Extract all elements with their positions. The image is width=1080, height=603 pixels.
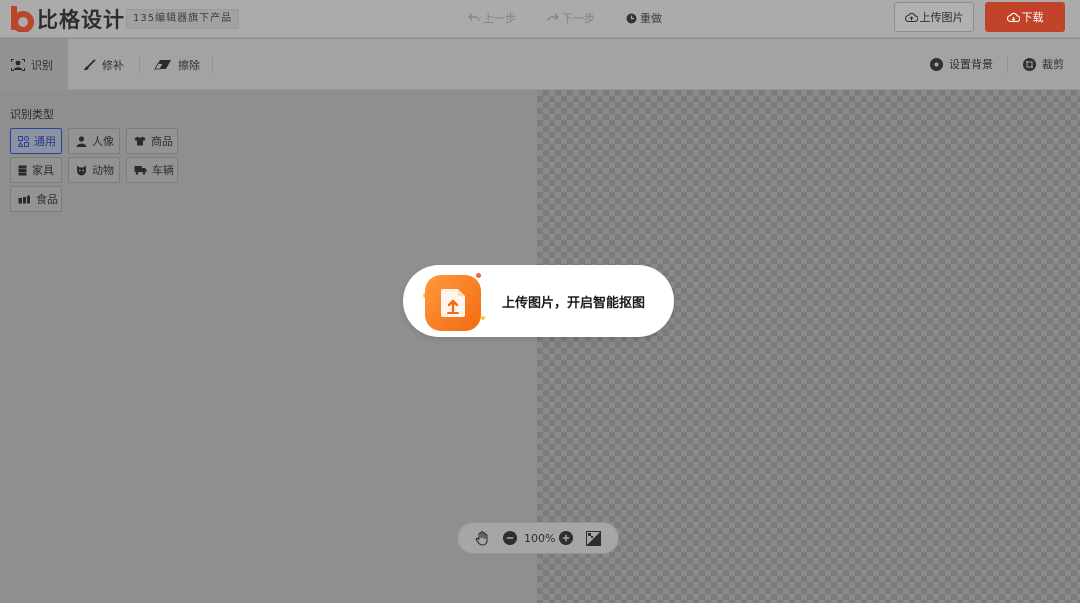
type-food[interactable]: 食品 (10, 186, 62, 212)
detect-type-panel: 识别类型 通用 人像 商品 家具 动物 车辆 食品 (0, 90, 537, 603)
divider (139, 56, 140, 73)
upload-prompt[interactable]: 上传图片，开启智能抠图 (403, 265, 674, 337)
crop-icon (1023, 57, 1036, 71)
redo-button[interactable]: 下一步 (547, 10, 595, 26)
type-furniture-label: 家具 (32, 164, 54, 177)
download-button[interactable]: 下载 (985, 2, 1065, 32)
type-animal-label: 动物 (92, 164, 114, 177)
undo-icon (468, 13, 480, 22)
top-bar: 比格设计 135编辑器旗下产品 上一步 下一步 重做 上传图片 下载 (0, 0, 1080, 38)
type-animal[interactable]: 动物 (68, 157, 120, 183)
truck-icon (134, 166, 147, 175)
logo-mark-icon (10, 6, 34, 33)
person-icon (76, 135, 87, 147)
clock-icon (626, 13, 637, 23)
tool-repair[interactable]: 修补 (83, 39, 124, 90)
type-person-label: 人像 (92, 135, 114, 148)
compare-icon[interactable] (586, 531, 601, 546)
tagline: 135编辑器旗下产品 (126, 9, 240, 29)
undo-button[interactable]: 上一步 (468, 10, 516, 26)
tool-erase[interactable]: 擦除 (154, 39, 200, 90)
set-background-label: 设置背景 (949, 58, 993, 71)
reset-label: 重做 (640, 12, 662, 25)
zoom-in-icon[interactable] (559, 531, 573, 545)
eraser-icon (154, 60, 171, 70)
cloud-upload-icon (904, 12, 918, 22)
divider (212, 56, 213, 73)
upload-prompt-text: 上传图片，开启智能抠图 (502, 296, 646, 311)
type-vehicle[interactable]: 车辆 (126, 157, 178, 183)
type-furniture[interactable]: 家具 (10, 157, 62, 183)
set-background-button[interactable]: 设置背景 (930, 56, 993, 72)
clothes-icon (134, 136, 146, 146)
crop-label: 裁剪 (1042, 58, 1064, 71)
type-product[interactable]: 商品 (126, 128, 178, 154)
tool-erase-label: 擦除 (178, 58, 200, 72)
panel-title: 识别类型 (10, 108, 54, 121)
tool-detect[interactable]: 识别 (0, 39, 68, 90)
logo-text: 比格设计 (37, 8, 125, 32)
type-food-label: 食品 (36, 193, 58, 206)
furniture-icon (18, 165, 27, 175)
upload-image-label: 上传图片 (919, 11, 964, 24)
redo-icon (547, 13, 559, 22)
background-icon (930, 57, 943, 71)
undo-label: 上一步 (483, 12, 516, 25)
type-general-label: 通用 (34, 135, 56, 148)
brush-icon (83, 58, 96, 70)
type-vehicle-label: 车辆 (152, 164, 174, 177)
crop-button[interactable]: 裁剪 (1023, 56, 1064, 72)
download-label: 下载 (1021, 11, 1044, 24)
sparkle-icon (481, 316, 485, 320)
redo-label: 下一步 (562, 12, 595, 25)
general-icon (18, 135, 29, 147)
type-product-label: 商品 (151, 135, 173, 148)
zoom-bar: 100% (457, 522, 619, 554)
upload-image-button[interactable]: 上传图片 (894, 2, 974, 32)
zoom-out-icon[interactable] (503, 531, 517, 545)
type-person[interactable]: 人像 (68, 128, 120, 154)
logo[interactable]: 比格设计 (10, 4, 125, 34)
tool-bar: 识别 修补 擦除 设置背景 裁剪 (0, 39, 1080, 90)
tool-detect-label: 识别 (31, 58, 53, 72)
food-icon (18, 194, 30, 204)
zoom-level: 100% (524, 532, 556, 545)
animal-icon (77, 165, 86, 175)
cloud-download-icon (1006, 12, 1020, 22)
detect-icon (11, 58, 25, 71)
reset-button[interactable]: 重做 (626, 10, 662, 26)
divider (1007, 56, 1008, 73)
tool-repair-label: 修补 (102, 58, 124, 72)
type-general[interactable]: 通用 (10, 128, 62, 154)
transparent-canvas[interactable] (537, 90, 1080, 603)
hand-icon[interactable] (475, 531, 489, 546)
upload-file-icon (425, 275, 481, 331)
